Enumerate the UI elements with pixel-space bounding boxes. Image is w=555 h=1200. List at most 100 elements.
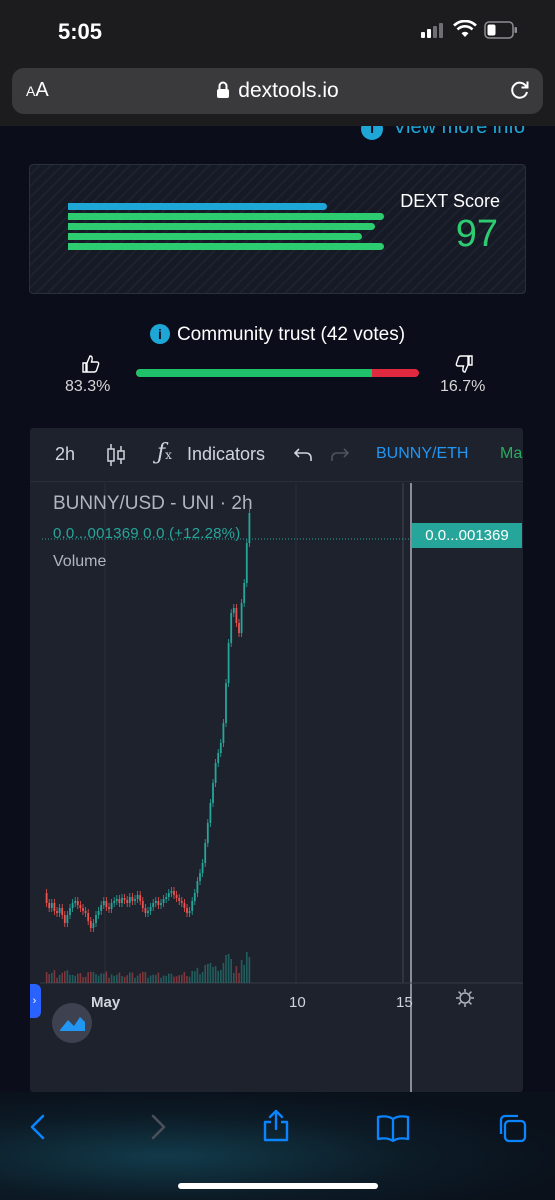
chart-pane[interactable]: BUNNY/USD - UNI · 2h 0.0...001369 0.0 (+… [30, 483, 523, 1092]
url-domain: dextools.io [12, 79, 543, 103]
dext-score-card: DEXT Score 97 [29, 164, 526, 294]
volume-bar [113, 975, 115, 983]
trust-down-percent: 16.7% [440, 378, 486, 395]
candle-body [196, 881, 199, 893]
volume-bar [162, 975, 165, 983]
dext-score-label: DEXT Score [400, 191, 500, 211]
volume-bar [66, 970, 69, 983]
dext-score-bar [68, 213, 384, 220]
candle-body [76, 901, 79, 905]
candle-body [188, 911, 191, 913]
volume-bar [95, 974, 97, 983]
back-chevron-icon[interactable] [24, 1112, 54, 1142]
interval-button[interactable]: 2h [55, 444, 75, 465]
thumbs-down-icon[interactable] [454, 354, 474, 374]
forward-chevron-icon[interactable] [142, 1112, 172, 1142]
volume-bar [212, 967, 214, 983]
candle-body [191, 901, 194, 911]
bookmarks-icon[interactable] [376, 1112, 410, 1142]
volume-bar [82, 977, 84, 983]
volume-bar [209, 963, 212, 983]
volume-bar [240, 960, 243, 983]
candle-body [238, 623, 240, 633]
volume-bar [243, 965, 245, 983]
view-more-info-link[interactable]: i View more info [361, 126, 525, 140]
candle-body [175, 895, 178, 898]
candle-body [144, 908, 147, 913]
page-content: i View more info DEXT Score 97 i Community… [0, 126, 555, 1092]
volume-bar [92, 972, 95, 983]
volume-bar [207, 964, 209, 983]
candle-body [115, 899, 118, 901]
candle-body [230, 613, 233, 643]
volume-bar [204, 965, 206, 983]
undo-icon[interactable] [293, 447, 313, 463]
volume-bar [56, 977, 58, 983]
volume-bar [58, 975, 61, 983]
redo-icon[interactable] [330, 447, 350, 463]
trust-up-percent: 83.3% [65, 378, 111, 395]
candle-body [214, 763, 217, 783]
candle-body [84, 911, 87, 913]
indicators-button[interactable]: Indicators [187, 444, 265, 465]
volume-bar [230, 959, 232, 983]
candle-body [131, 897, 134, 901]
volume-bar [214, 966, 217, 983]
status-time: 5:05 [58, 19, 103, 44]
volume-bar [69, 974, 71, 983]
candle-body [87, 913, 90, 921]
volume-bar [116, 974, 118, 983]
volume-bar [186, 976, 188, 983]
x-axis-label-15: 15 [396, 994, 413, 1011]
volume-bar [183, 972, 186, 983]
community-trust-title: i Community trust (42 votes) [0, 324, 555, 346]
candlestick-type-icon[interactable] [106, 443, 126, 467]
tradingview-logo-icon [60, 1017, 85, 1031]
reload-icon[interactable] [509, 79, 531, 101]
tabs-icon[interactable] [496, 1112, 528, 1144]
candle-body [160, 903, 162, 905]
volume-bar [168, 973, 170, 983]
wifi-icon [453, 20, 477, 37]
settings-gear-icon[interactable] [455, 988, 475, 1008]
candle-body [102, 901, 105, 905]
candle-body [56, 911, 58, 913]
candle-body [61, 908, 64, 915]
compare-pair-button[interactable]: BUNNY/ETH [376, 445, 468, 463]
volume-bar [157, 972, 160, 983]
thumbs-up-icon[interactable] [81, 354, 101, 374]
candle-body [58, 908, 61, 913]
candle-body [165, 897, 168, 899]
volume-bar [84, 976, 87, 983]
x-axis-label-10: 10 [289, 994, 306, 1011]
candle-body [243, 583, 246, 603]
battery-icon [484, 21, 517, 39]
volume-bar [90, 971, 92, 983]
volume-bar [220, 970, 222, 983]
tradingview-logo[interactable] [52, 1003, 92, 1043]
volume-bar [48, 974, 50, 983]
fx-indicators-icon[interactable]: ƒx [157, 440, 172, 465]
info-icon: i [361, 126, 384, 140]
volume-bar [155, 974, 157, 983]
volume-bar [123, 976, 126, 983]
ma-indicator-button[interactable]: Ma [500, 445, 522, 463]
candle-body [136, 895, 139, 899]
candle-body [235, 608, 238, 623]
volume-bar [77, 973, 79, 983]
side-panel-toggle[interactable]: › [30, 984, 41, 1018]
address-bar[interactable]: AA dextools.io [12, 68, 543, 114]
x-axis-label-may: May [91, 994, 121, 1011]
candle-body [147, 911, 149, 913]
volume-bar [131, 972, 134, 983]
candle-body [209, 803, 212, 823]
candle-body [53, 903, 56, 911]
candle-body [71, 903, 74, 908]
share-icon[interactable] [260, 1108, 292, 1142]
volume-bar [51, 973, 53, 983]
price-chart-widget[interactable]: 2h ƒx Indicators BUNNY/ETH Ma BUNNY/USD … [30, 428, 523, 1092]
volume-bar [196, 967, 199, 983]
volume-label: Volume [53, 553, 107, 570]
home-indicator [178, 1183, 378, 1189]
candle-body [245, 543, 248, 583]
